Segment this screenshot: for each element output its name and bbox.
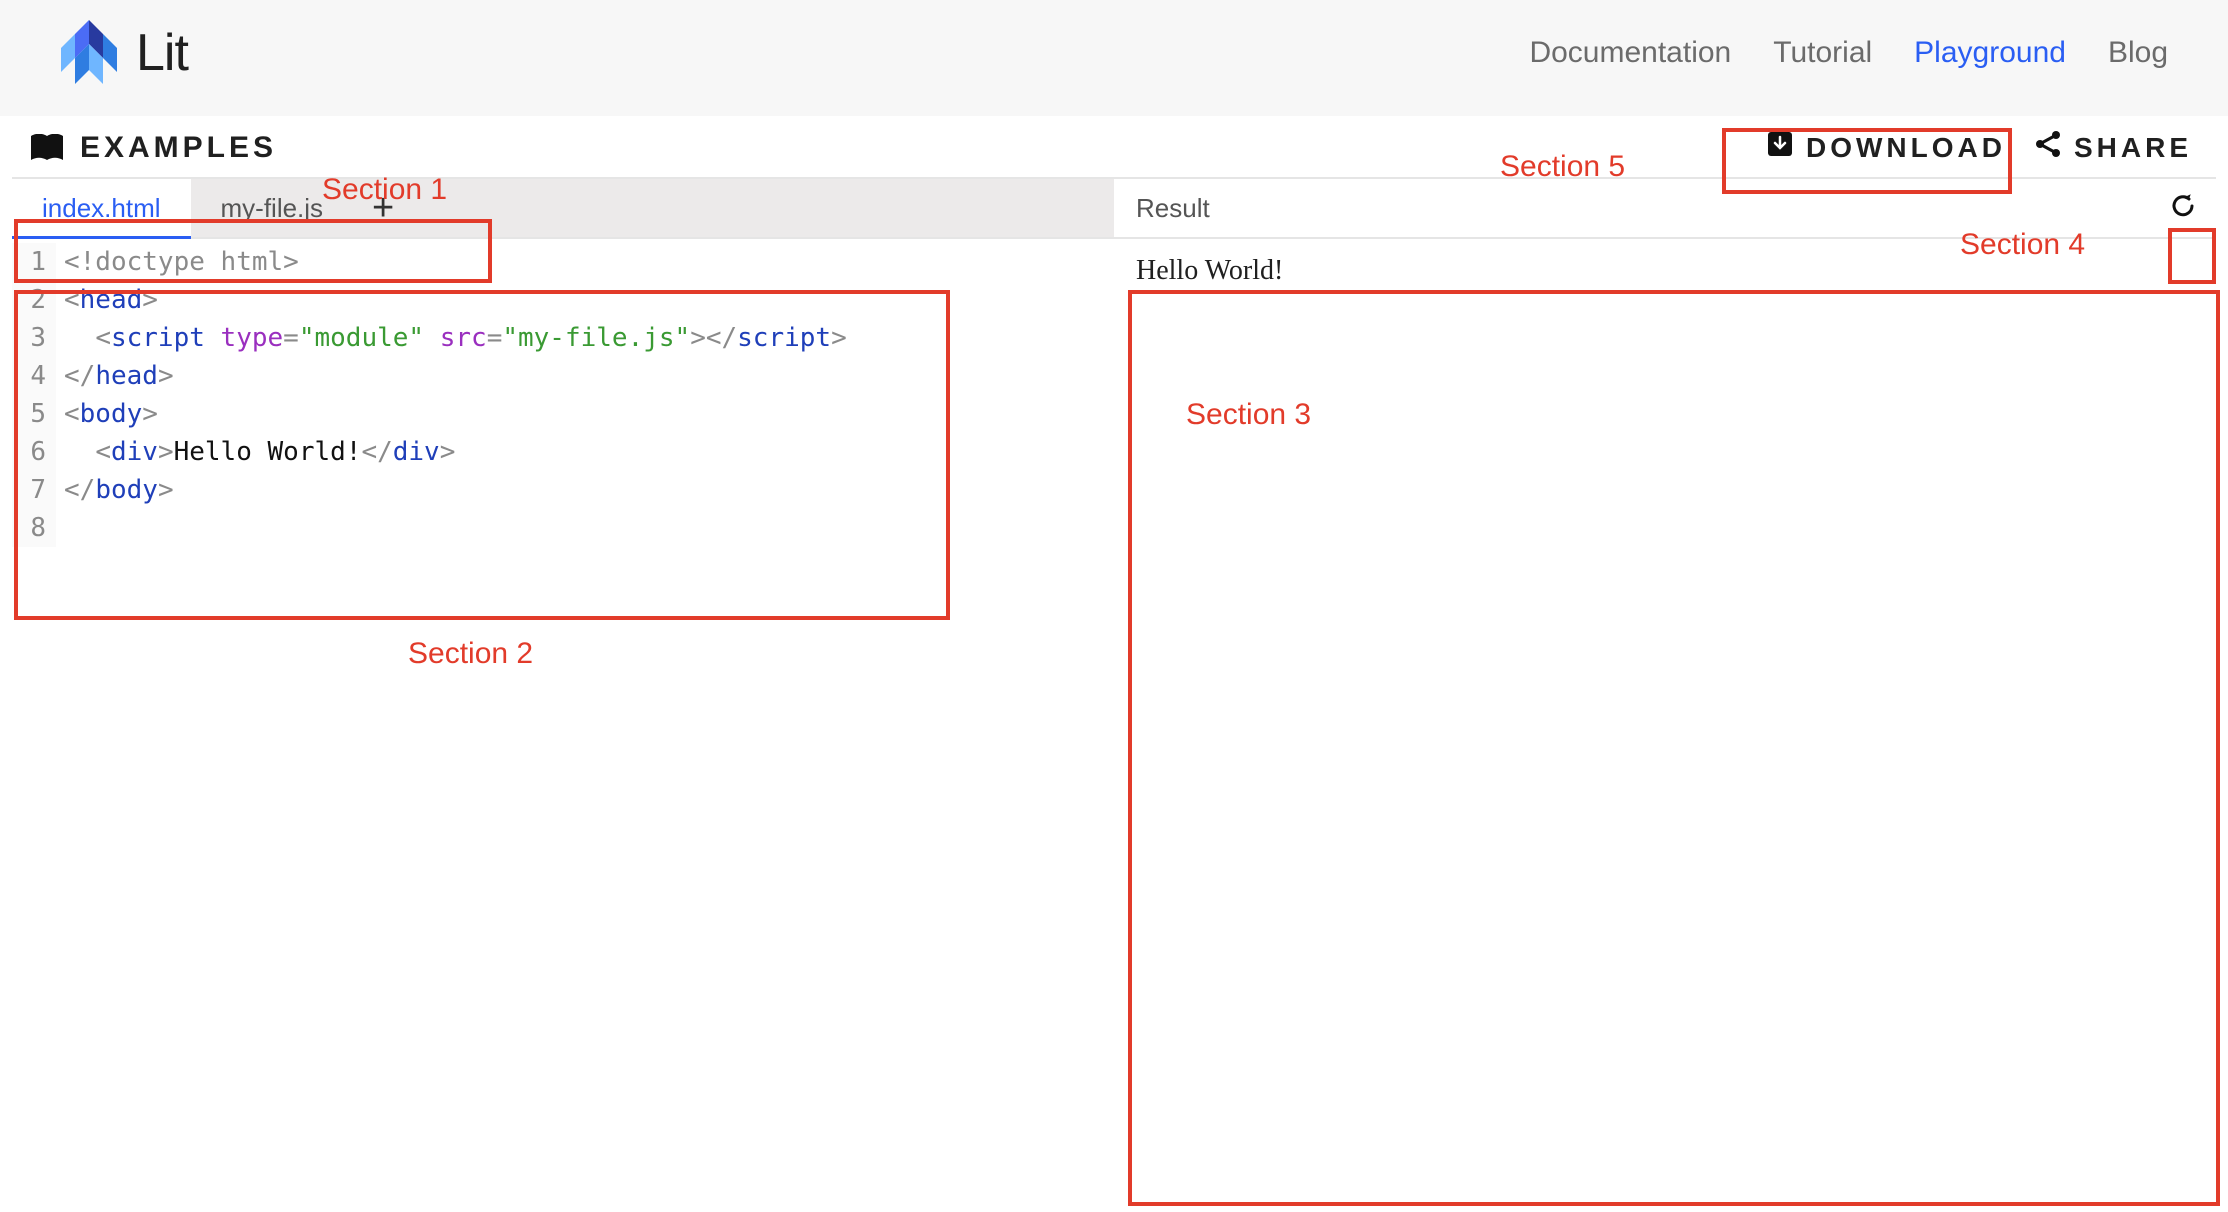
nav-item-playground[interactable]: Playground bbox=[1914, 36, 2066, 70]
result-output: Hello World! bbox=[1114, 239, 2216, 303]
result-pane: Result Hello World! bbox=[1114, 177, 2216, 547]
share-button[interactable]: SHARE bbox=[2034, 130, 2192, 165]
file-tabs: index.html my-file.js + bbox=[12, 177, 1114, 239]
tab-index-html[interactable]: index.html bbox=[12, 179, 191, 237]
main-nav: Documentation Tutorial Playground Blog bbox=[1529, 36, 2168, 70]
plus-icon: + bbox=[372, 189, 394, 227]
lit-logo-icon bbox=[60, 20, 118, 86]
annotation-label-section2: Section 2 bbox=[408, 637, 533, 671]
code-editor[interactable]: 12345678 <!doctype html><head> <script t… bbox=[12, 239, 1114, 547]
code-content: <!doctype html><head> <script type="modu… bbox=[56, 243, 847, 547]
tab-my-file-js[interactable]: my-file.js bbox=[191, 179, 354, 237]
nav-item-tutorial[interactable]: Tutorial bbox=[1773, 36, 1872, 70]
brand[interactable]: Lit bbox=[60, 20, 188, 86]
examples-button[interactable]: EXAMPLES bbox=[30, 131, 277, 165]
share-label: SHARE bbox=[2074, 132, 2192, 164]
line-gutter: 12345678 bbox=[12, 243, 56, 547]
result-title: Result bbox=[1136, 193, 1210, 224]
share-icon bbox=[2034, 130, 2062, 165]
examples-label: EXAMPLES bbox=[80, 131, 277, 165]
editor-pane: index.html my-file.js + 12345678 <!docty… bbox=[12, 177, 1114, 547]
refresh-button[interactable] bbox=[2160, 185, 2206, 231]
download-icon bbox=[1766, 130, 1794, 165]
add-file-button[interactable]: + bbox=[353, 179, 413, 237]
download-button[interactable]: DOWNLOAD bbox=[1766, 130, 2006, 165]
workspace: index.html my-file.js + 12345678 <!docty… bbox=[0, 177, 2228, 547]
tab-label: my-file.js bbox=[221, 193, 324, 224]
nav-item-blog[interactable]: Blog bbox=[2108, 36, 2168, 70]
download-label: DOWNLOAD bbox=[1806, 132, 2006, 164]
brand-name: Lit bbox=[136, 23, 188, 83]
refresh-icon bbox=[2168, 191, 2198, 226]
header: Lit Documentation Tutorial Playground Bl… bbox=[0, 0, 2228, 116]
result-header: Result bbox=[1114, 177, 2216, 239]
nav-item-documentation[interactable]: Documentation bbox=[1529, 36, 1731, 70]
playground-toolbar: EXAMPLES DOWNLOAD SHARE bbox=[0, 116, 2228, 177]
tab-label: index.html bbox=[42, 193, 161, 224]
book-icon bbox=[30, 134, 64, 162]
